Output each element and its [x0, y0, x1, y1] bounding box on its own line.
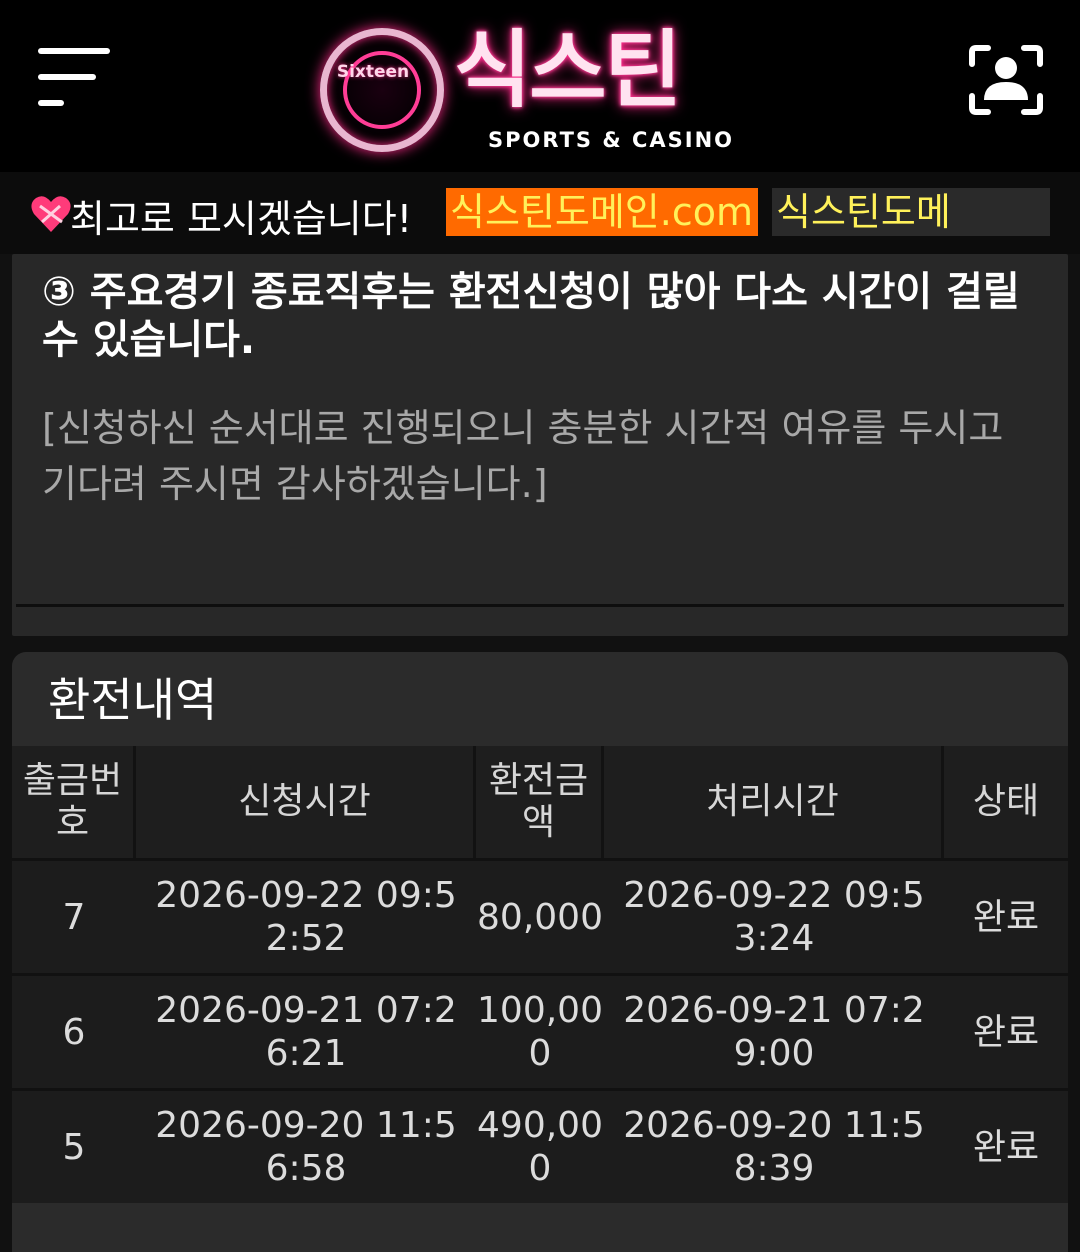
cell-amount: 490,000: [477, 1105, 603, 1189]
status-badge: 완료: [972, 896, 1040, 938]
cell-request-time: 2026-09-21 07:26:21: [155, 990, 457, 1074]
cell-processed-time: 2026-09-21 07:29:00: [623, 990, 925, 1074]
column-header-processed-time: 처리시간: [604, 746, 944, 858]
status-badge: 완료: [972, 1011, 1040, 1053]
domain-link[interactable]: 식스틴도메인.com: [446, 188, 758, 236]
domain-link[interactable]: 식스틴도메인.com: [772, 188, 1050, 236]
menu-icon[interactable]: [38, 46, 112, 112]
cell-processed-time: 2026-09-20 11:58:39: [623, 1105, 925, 1189]
heart-icon: [30, 194, 72, 238]
exchange-history-panel: 환전내역 출금번호 신청시간 환전금액 처리시간 상태 7 2026-09-22…: [12, 652, 1068, 1252]
column-header-request-time: 신청시간: [136, 746, 476, 858]
table-row: 6 2026-09-21 07:26:21 100,000 2026-09-21…: [12, 973, 1068, 1088]
cell-amount: 100,000: [477, 990, 603, 1074]
logo-emblem: [320, 28, 444, 152]
notice-subtitle: [신청하신 순서대로 진행되오니 충분한 시간적 여유를 두시고 기다려 주시면…: [42, 406, 1004, 506]
divider: [16, 604, 1064, 607]
site-logo[interactable]: Sixteen 식스틴 SPORTS & CASINO: [318, 22, 758, 160]
column-header-withdrawal-no: 출금번호: [12, 746, 136, 858]
column-header-amount: 환전금액: [476, 746, 604, 858]
table-row: 5 2026-09-20 11:56:58 490,000 2026-09-20…: [12, 1088, 1068, 1203]
app-header: Sixteen 식스틴 SPORTS & CASINO: [0, 0, 1080, 172]
table-row: 7 2026-09-22 09:52:52 80,000 2026-09-22 …: [12, 858, 1068, 973]
cell-no: 6: [62, 1011, 86, 1053]
cell-amount: 80,000: [477, 896, 603, 938]
logo-subtitle: SPORTS & CASINO: [487, 128, 734, 152]
status-badge: 완료: [972, 1126, 1040, 1168]
cell-no: 5: [62, 1126, 86, 1168]
table-header: 출금번호 신청시간 환전금액 처리시간 상태: [12, 746, 1068, 858]
cell-request-time: 2026-09-22 09:52:52: [155, 875, 457, 959]
cell-request-time: 2026-09-20 11:56:58: [155, 1105, 457, 1189]
notice-title: ③ 주요경기 종료직후는 환전신청이 많아 다소 시간이 걸릴 수 있습니다.: [42, 269, 1020, 363]
logo-title: 식스틴: [454, 21, 682, 119]
ticker-message: 최고로 모시겠습니다!: [70, 197, 412, 241]
profile-scan-icon[interactable]: [968, 44, 1044, 116]
section-title: 환전내역: [48, 673, 218, 727]
logo-badge-text: Sixteen: [336, 62, 410, 82]
cell-processed-time: 2026-09-22 09:53:24: [623, 875, 925, 959]
cell-no: 7: [62, 896, 86, 938]
column-header-status: 상태: [972, 781, 1040, 822]
exchange-notice: ③ 주요경기 종료직후는 환전신청이 많아 다소 시간이 걸릴 수 있습니다. …: [12, 254, 1068, 636]
